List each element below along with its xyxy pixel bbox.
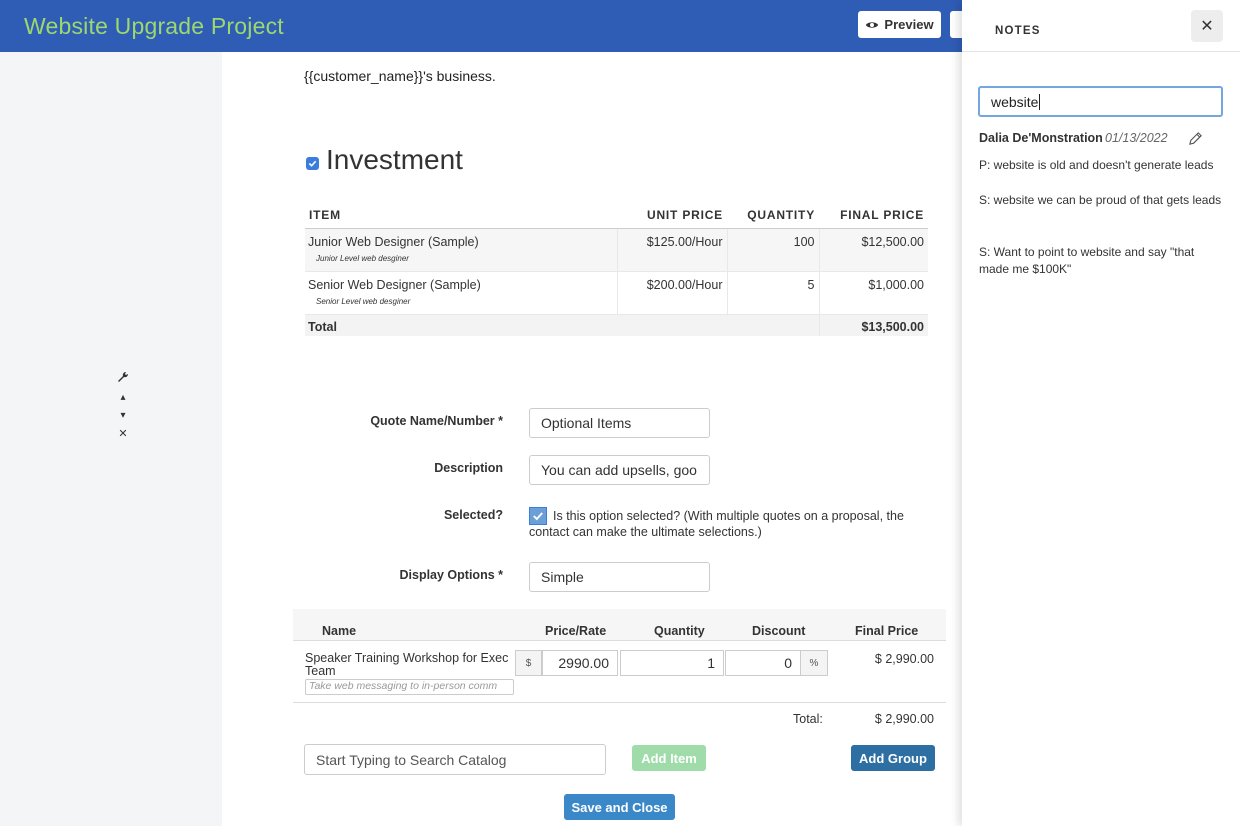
move-down-icon[interactable]: ▾ <box>116 408 130 422</box>
table-total-row: Total $13,500.00 <box>305 314 928 336</box>
wrench-icon[interactable] <box>116 370 130 384</box>
notes-search-input[interactable]: website <box>978 86 1223 117</box>
notes-panel: NOTES ✕ website Dalia De'Monstration 01/… <box>962 0 1240 826</box>
col-unit-price: UNIT PRICE <box>617 202 727 229</box>
line-items-header <box>293 609 946 641</box>
col-item: ITEM <box>305 202 617 229</box>
section-title: Investment <box>326 144 463 175</box>
close-icon[interactable]: ✕ <box>1191 10 1223 42</box>
col-name: Name <box>322 624 357 638</box>
table-row: Senior Web Designer (Sample) Senior Level… <box>305 271 928 315</box>
item-unit-price: $200.00/Hour <box>617 271 728 315</box>
quote-name-label: Quote Name/Number * <box>370 414 503 428</box>
customer-text: {{customer_name}}'s business. <box>304 68 496 84</box>
note-date: 01/13/2022 <box>1105 131 1168 145</box>
display-options-label: Display Options * <box>399 568 504 582</box>
item-quantity: 100 <box>727 228 820 272</box>
price-input[interactable]: 2990.00 <box>542 650 618 676</box>
pencil-icon[interactable] <box>1188 131 1204 147</box>
item-sub: Junior Level web desginer <box>316 253 409 263</box>
catalog-search-input[interactable]: Start Typing to Search Catalog <box>304 744 606 775</box>
percent-addon: % <box>800 650 828 676</box>
note-line: S: Want to point to website and say "tha… <box>979 245 1195 276</box>
item-quantity: 5 <box>727 271 820 315</box>
selected-label: Selected? <box>443 508 503 522</box>
line-total-label: Total: <box>793 712 823 726</box>
currency-addon: $ <box>515 650 542 676</box>
eye-icon <box>866 21 879 28</box>
item-final-price: $1,000.00 <box>819 271 928 315</box>
remove-icon[interactable]: ✕ <box>116 426 130 440</box>
col-quantity: QUANTITY <box>727 202 819 229</box>
table-row: Junior Web Designer (Sample) Junior Level… <box>305 228 928 272</box>
total-value: $13,500.00 <box>819 314 928 336</box>
investment-checkbox[interactable] <box>306 157 319 170</box>
item-unit-price: $125.00/Hour <box>617 228 728 272</box>
notes-title: NOTES <box>995 25 1041 37</box>
pricing-table: ITEM UNIT PRICE QUANTITY FINAL PRICE Jun… <box>305 202 928 336</box>
line-total-value: $ 2,990.00 <box>874 712 934 726</box>
description-input[interactable]: You can add upsells, goo <box>529 455 710 485</box>
save-and-close-button[interactable]: Save and Close <box>564 794 675 820</box>
total-label: Total <box>305 314 820 336</box>
col-discount: Discount <box>752 624 806 638</box>
notes-search-value: website <box>991 93 1039 110</box>
top-bar: Website Upgrade Project Preview <box>0 0 970 52</box>
preview-button[interactable]: Preview <box>858 11 941 38</box>
left-gutter: ▴ ▾ ✕ <box>0 52 222 826</box>
note-line: P: website is old and doesn't generate l… <box>979 158 1214 172</box>
col-li-final-price: Final Price <box>855 624 919 638</box>
quantity-input[interactable]: 1 <box>620 650 724 676</box>
line-item-name: Speaker Training Workshop for Exec Team <box>305 651 509 678</box>
col-final-price: FINAL PRICE <box>819 202 928 229</box>
selected-checkbox[interactable] <box>529 507 547 525</box>
col-price-rate: Price/Rate <box>545 624 607 638</box>
selected-help-text: Is this option selected? (With multiple … <box>529 509 904 539</box>
item-final-price: $12,500.00 <box>819 228 928 272</box>
add-group-button[interactable]: Add Group <box>851 745 935 771</box>
project-title: Website Upgrade Project <box>24 13 284 39</box>
preview-button-label: Preview <box>884 17 934 32</box>
line-item-final-price: $ 2,990.00 <box>874 652 934 666</box>
line-item-description-input[interactable]: Take web messaging to in-person comm <box>305 679 514 695</box>
text-caret <box>1039 93 1041 110</box>
item-sub: Senior Level web desginer <box>316 296 411 306</box>
note-author: Dalia De'Monstration <box>979 131 1103 145</box>
item-name: Senior Web Designer (Sample) <box>308 277 481 292</box>
divider <box>293 702 946 703</box>
col-li-quantity: Quantity <box>654 624 705 638</box>
description-label: Description <box>434 461 503 475</box>
discount-input[interactable]: 0 <box>725 650 801 676</box>
item-name: Junior Web Designer (Sample) <box>308 234 479 249</box>
add-item-button[interactable]: Add Item <box>632 745 706 771</box>
quote-name-input[interactable]: Optional Items <box>529 408 710 438</box>
notes-header: NOTES ✕ <box>962 0 1240 52</box>
proposal-document: {{customer_name}}'s business. Investment… <box>222 52 962 826</box>
note-line: S: website we can be proud of that gets … <box>979 193 1222 207</box>
display-options-select[interactable]: Simple <box>529 562 710 592</box>
move-up-icon[interactable]: ▴ <box>116 390 130 404</box>
